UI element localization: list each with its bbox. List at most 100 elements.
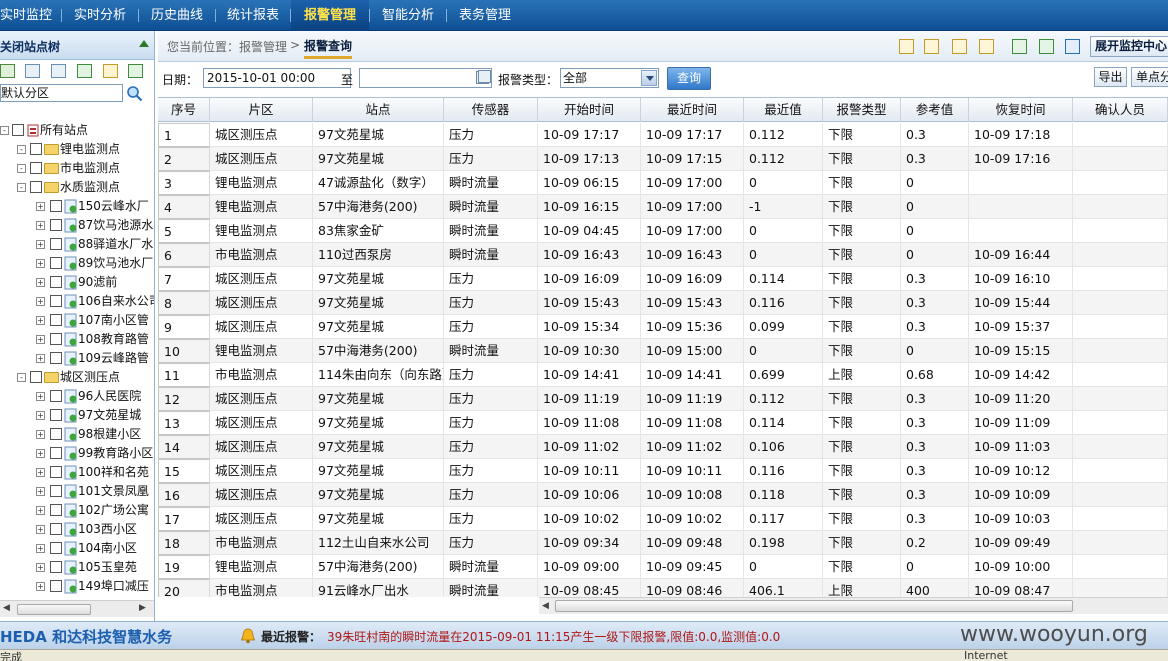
table-row[interactable]: 1 城区测压点 97文苑星城 压力 10-09 17:17 10-09 17:17 0.11… (158, 123, 1168, 147)
single-point-analysis-button[interactable]: 单点分析 (1131, 67, 1168, 87)
expand-icon[interactable]: + (36, 316, 45, 325)
table-scroll-thumb[interactable] (555, 600, 1073, 612)
tree-checkbox[interactable] (50, 390, 62, 402)
tree-node[interactable]: +149埠口减压 (0, 577, 154, 596)
tree-checkbox[interactable] (50, 485, 62, 497)
collapse-up-icon[interactable] (139, 40, 149, 47)
tree-node[interactable]: +88驿道水厂水 (0, 235, 154, 254)
tree-checkbox[interactable] (12, 124, 24, 136)
alarm-type-select[interactable]: 全部 (560, 68, 659, 88)
tree-node[interactable]: +89饮马池水厂 (0, 254, 154, 273)
close-site-tree-link[interactable]: 关闭站点树 (0, 38, 60, 55)
tree-node[interactable]: +104南小区 (0, 539, 154, 558)
table-row[interactable]: 20 市电监测点 91云峰水厂出水 瞬时流量 10-09 08:45 10-09 08:4… (158, 579, 1168, 597)
tree-node[interactable]: +99教育路小区 (0, 444, 154, 463)
tree-checkbox[interactable] (50, 523, 62, 535)
tree-node[interactable]: +101文景凤凰 (0, 482, 154, 501)
column-header[interactable]: 恢复时间 (969, 98, 1073, 122)
document-icon[interactable] (952, 39, 967, 54)
tree-scroll-thumb[interactable] (17, 604, 91, 615)
nav-item[interactable]: 报警管理 (291, 0, 369, 31)
tree-checkbox[interactable] (50, 276, 62, 288)
column-header[interactable]: 传感器 (444, 98, 538, 122)
table-row[interactable]: 6 市电监测点 110过西泵房 瞬时流量 10-09 16:43 10-09 16:43 0… (158, 243, 1168, 267)
expand-icon[interactable]: + (36, 544, 45, 553)
tree-node[interactable]: +109云峰路管 (0, 349, 154, 368)
table-row[interactable]: 3 锂电监测点 47诚源盐化（数字） 瞬时流量 10-09 06:15 10-09 17:… (158, 171, 1168, 195)
tree-node[interactable]: - 锂电监测点 (0, 140, 154, 159)
tree-checkbox[interactable] (50, 257, 62, 269)
tree-checkbox[interactable] (50, 295, 62, 307)
tree-node[interactable]: +108教育路管 (0, 330, 154, 349)
nav-item[interactable]: 统计报表 (216, 0, 290, 31)
column-header[interactable]: 片区 (210, 98, 313, 122)
tree-checkbox[interactable] (50, 504, 62, 516)
tree-node[interactable]: +103西小区 (0, 520, 154, 539)
tree-checkbox[interactable] (50, 333, 62, 345)
table-row[interactable]: 14 城区测压点 97文苑星城 压力 10-09 11:02 10-09 11:02 0.1… (158, 435, 1168, 459)
column-header[interactable]: 站点 (313, 98, 444, 122)
collapse-icon[interactable]: - (0, 126, 9, 135)
table-row[interactable]: 16 城区测压点 97文苑星城 压力 10-09 10:06 10-09 10:08 0.1… (158, 483, 1168, 507)
table-row[interactable]: 2 城区测压点 97文苑星城 压力 10-09 17:13 10-09 17:15 0.11… (158, 147, 1168, 171)
expand-icon[interactable]: + (36, 278, 45, 287)
tree-node[interactable]: - 市电监测点 (0, 159, 154, 178)
tree-node[interactable]: +87饮马池源水 (0, 216, 154, 235)
tree-node[interactable]: +105玉皇苑 (0, 558, 154, 577)
column-header[interactable]: 序号 (158, 98, 210, 122)
expand-icon[interactable]: + (36, 297, 45, 306)
tree-node[interactable]: +107南小区管 (0, 311, 154, 330)
expand-icon[interactable]: + (36, 221, 45, 230)
region-select[interactable]: 默认分区 (0, 84, 123, 102)
edit-icon[interactable] (103, 64, 118, 78)
recent-alarm-text[interactable]: 39朱旺村南的瞬时流量在2015-09-01 11:15产生一级下限报警,限值:… (327, 628, 780, 645)
export-button[interactable]: 导出 (1094, 67, 1127, 87)
org-chart-icon[interactable] (1039, 39, 1054, 54)
tree-checkbox[interactable] (50, 314, 62, 326)
tree-node[interactable]: +150云峰水厂 (0, 197, 154, 216)
tree-node[interactable]: - 水质监测点 (0, 178, 154, 197)
user-search-icon[interactable] (1065, 39, 1080, 54)
tree-horizontal-scrollbar[interactable]: ◀ ▶ (0, 600, 154, 617)
tree-node[interactable]: +97文苑星城 (0, 406, 154, 425)
tree-node[interactable]: +96人民医院 (0, 387, 154, 406)
end-date-input[interactable] (359, 68, 492, 88)
nav-item[interactable]: 历史曲线 (139, 0, 215, 31)
report-icon[interactable] (899, 39, 914, 54)
tree-checkbox[interactable] (30, 143, 42, 155)
table-horizontal-scrollbar[interactable]: ◀ (539, 597, 1168, 614)
expand-icon[interactable]: + (36, 582, 45, 591)
tree-checkbox[interactable] (50, 561, 62, 573)
collapse-icon[interactable]: - (17, 373, 26, 382)
tree-checkbox[interactable] (50, 238, 62, 250)
tree-view-icon[interactable] (0, 64, 15, 78)
collapse-icon[interactable]: - (17, 183, 26, 192)
table-row[interactable]: 9 城区测压点 97文苑星城 压力 10-09 15:34 10-09 15:36 0.09… (158, 315, 1168, 339)
tree-checkbox[interactable] (50, 352, 62, 364)
table-row[interactable]: 15 城区测压点 97文苑星城 压力 10-09 10:11 10-09 10:11 0.1… (158, 459, 1168, 483)
column-header[interactable]: 最近时间 (641, 98, 744, 122)
table-row[interactable]: 12 城区测压点 97文苑星城 压力 10-09 11:19 10-09 11:19 0.1… (158, 387, 1168, 411)
tree-node[interactable]: +106自来水公司 (0, 292, 154, 311)
expand-icon[interactable]: + (36, 259, 45, 268)
tree-node[interactable]: +90滤前 (0, 273, 154, 292)
tree-checkbox[interactable] (30, 371, 42, 383)
tree-checkbox[interactable] (30, 181, 42, 193)
grid-view-icon[interactable] (25, 64, 40, 78)
tree-checkbox[interactable] (50, 428, 62, 440)
expand-monitor-center-button[interactable]: 展开监控中心 (1090, 36, 1168, 57)
column-header[interactable]: 参考值 (901, 98, 969, 122)
table-row[interactable]: 18 市电监测点 112土山自来水公司 压力 10-09 09:34 10-09 09:4… (158, 531, 1168, 555)
tree-node[interactable]: - 所有站点 (0, 121, 154, 140)
excel-icon[interactable] (1012, 39, 1027, 54)
expand-icon[interactable]: + (36, 240, 45, 249)
collapse-icon[interactable]: - (17, 145, 26, 154)
tree-checkbox[interactable] (50, 409, 62, 421)
tree-node[interactable]: +98根建小区 (0, 425, 154, 444)
tree-node[interactable]: - 城区测压点 (0, 368, 154, 387)
scroll-left-icon[interactable]: ◀ (542, 601, 549, 611)
expand-icon[interactable]: + (36, 468, 45, 477)
column-header[interactable]: 最近值 (744, 98, 823, 122)
column-header[interactable]: 开始时间 (538, 98, 641, 122)
tree-checkbox[interactable] (50, 466, 62, 478)
